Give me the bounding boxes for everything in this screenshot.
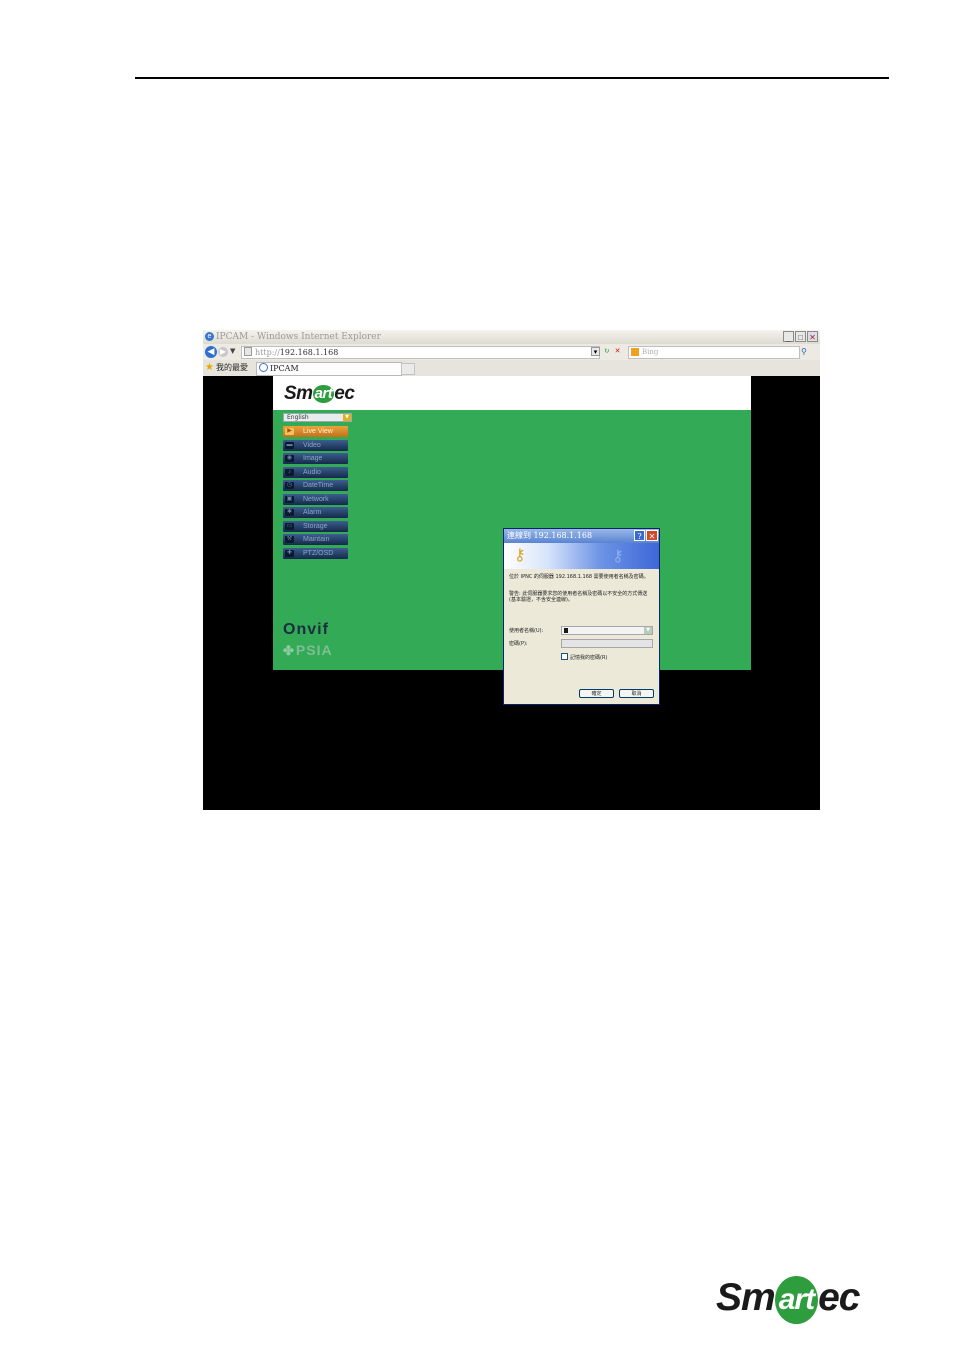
chevron-down-icon: ▼	[343, 414, 351, 421]
menu-item-image[interactable]: ◉ Image	[283, 453, 348, 464]
back-button[interactable]: ◀	[205, 346, 217, 358]
search-input[interactable]: Bing	[628, 346, 800, 359]
page-top-rule	[135, 77, 889, 79]
tab-ipcam[interactable]: IPCAM	[256, 362, 402, 376]
username-input[interactable]: ▼	[561, 626, 653, 635]
username-dropdown-icon[interactable]: ▼	[644, 627, 652, 634]
refresh-icon[interactable]: ↻	[602, 347, 611, 356]
remember-label: 記憶我的密碼(R)	[570, 655, 608, 661]
new-tab-button[interactable]	[401, 363, 415, 375]
close-window-button[interactable]: ✕	[807, 331, 818, 342]
ie-logo-icon: e	[205, 332, 214, 341]
bing-icon	[631, 348, 639, 356]
app-header: Sm art ec	[273, 376, 751, 410]
image-icon: ◉	[285, 455, 294, 462]
live-view-icon: ▶	[285, 428, 294, 435]
address-input[interactable]: http://192.168.1.168	[241, 346, 600, 359]
language-value: English	[287, 414, 309, 421]
dialog-message: 位於 IPNC 的伺服器 192.168.1.168 需要使用者名稱及密碼。	[509, 574, 649, 580]
help-button[interactable]: ?	[634, 530, 645, 541]
search-placeholder: Bing	[642, 348, 659, 356]
keys-icon: ⚷	[514, 545, 526, 564]
address-dropdown-icon[interactable]: ▾	[591, 347, 600, 356]
side-menu: ▶ Live View ▬ Video ◉ Image ♪ Audio ◷ DateTim…	[283, 426, 348, 561]
video-icon: ▬	[285, 441, 294, 449]
menu-item-ptz-osd[interactable]: ✚ PTZ/OSD	[283, 547, 348, 559]
network-icon: ▣	[285, 495, 294, 503]
audio-icon: ♪	[285, 468, 294, 476]
stop-icon[interactable]: ✕	[613, 347, 622, 356]
menu-item-maintain[interactable]: ⚒ Maintain	[283, 534, 348, 545]
ie-tab-bar: ★ 我的最愛 IPCAM	[203, 360, 820, 376]
dialog-banner: ⚷ ⚷	[504, 543, 659, 569]
language-select[interactable]: English ▼	[283, 413, 352, 422]
menu-item-network[interactable]: ▣ Network	[283, 493, 348, 505]
tab-page-icon	[259, 363, 268, 372]
alarm-icon: ✱	[285, 509, 294, 516]
onvif-logo: Onvif	[283, 621, 329, 638]
forward-button[interactable]: ▶	[218, 347, 228, 357]
dialog-warning: 警告: 此伺服器要求您的使用者名稱及密碼以不安全的方式傳送 (基本驗證，不含安全…	[509, 591, 648, 603]
remember-checkbox[interactable]	[561, 653, 568, 660]
favorites-star-icon[interactable]: ★	[205, 360, 214, 376]
dialog-title-bar: 連線到 192.168.1.168 ? ✕	[504, 529, 659, 543]
camera-web-app: Sm art ec English ▼ ▶ Live View ▬ Video ◉ Ima…	[273, 376, 751, 705]
username-label: 使用者名稱(U):	[509, 628, 544, 634]
login-dialog: 連線到 192.168.1.168 ? ✕ ⚷ ⚷ 位於 IPNC 的伺服器 1…	[503, 528, 660, 705]
menu-item-alarm[interactable]: ✱ Alarm	[283, 507, 348, 518]
maximize-button[interactable]: □	[795, 331, 806, 342]
psia-logo: ✤PSIA	[283, 642, 333, 658]
banner-watermark-icon: ⚷	[612, 546, 624, 565]
search-icon[interactable]: ⚲	[801, 347, 810, 356]
wrench-icon: ⚒	[285, 536, 294, 543]
menu-item-video[interactable]: ▬ Video	[283, 439, 348, 451]
ie-title-bar: e IPCAM - Windows Internet Explorer _ □ …	[203, 330, 820, 344]
menu-item-audio[interactable]: ♪ Audio	[283, 466, 348, 478]
ptz-icon: ✚	[285, 549, 294, 557]
address-host: 192.168.1.168	[279, 348, 339, 357]
window-title: IPCAM - Windows Internet Explorer	[216, 332, 381, 342]
remember-password[interactable]: 記憶我的密碼(R)	[561, 653, 607, 662]
ok-button[interactable]: 確定	[579, 689, 614, 698]
tab-label: IPCAM	[270, 364, 299, 373]
page-icon	[244, 347, 252, 356]
favorites-button[interactable]: 我的最愛	[216, 360, 248, 376]
psia-icon: ✤	[283, 643, 295, 658]
address-protocol: http://	[255, 348, 280, 357]
menu-item-live-view[interactable]: ▶ Live View	[283, 426, 348, 437]
ie-address-bar: ◀ ▶ ▼ http://192.168.1.168 ▾ ↻ ✕ Bing ⚲	[203, 344, 820, 360]
password-label: 密碼(P):	[509, 641, 528, 647]
user-icon	[564, 628, 568, 633]
footer-smartec-logo: Sm art ec	[716, 1276, 860, 1324]
smartec-logo: Sm art ec	[284, 383, 355, 404]
menu-item-datetime[interactable]: ◷ DateTime	[283, 480, 348, 491]
cancel-button[interactable]: 取消	[619, 689, 654, 698]
dialog-close-button[interactable]: ✕	[646, 530, 658, 541]
ie-screenshot: e IPCAM - Windows Internet Explorer _ □ …	[203, 330, 820, 810]
menu-item-storage[interactable]: ▭ Storage	[283, 520, 348, 532]
minimize-button[interactable]: _	[783, 331, 794, 342]
clock-icon: ◷	[285, 482, 294, 489]
dialog-title: 連線到 192.168.1.168	[507, 531, 593, 540]
storage-icon: ▭	[285, 522, 294, 530]
history-dropdown-icon[interactable]: ▼	[230, 347, 235, 355]
password-input[interactable]	[561, 639, 653, 648]
